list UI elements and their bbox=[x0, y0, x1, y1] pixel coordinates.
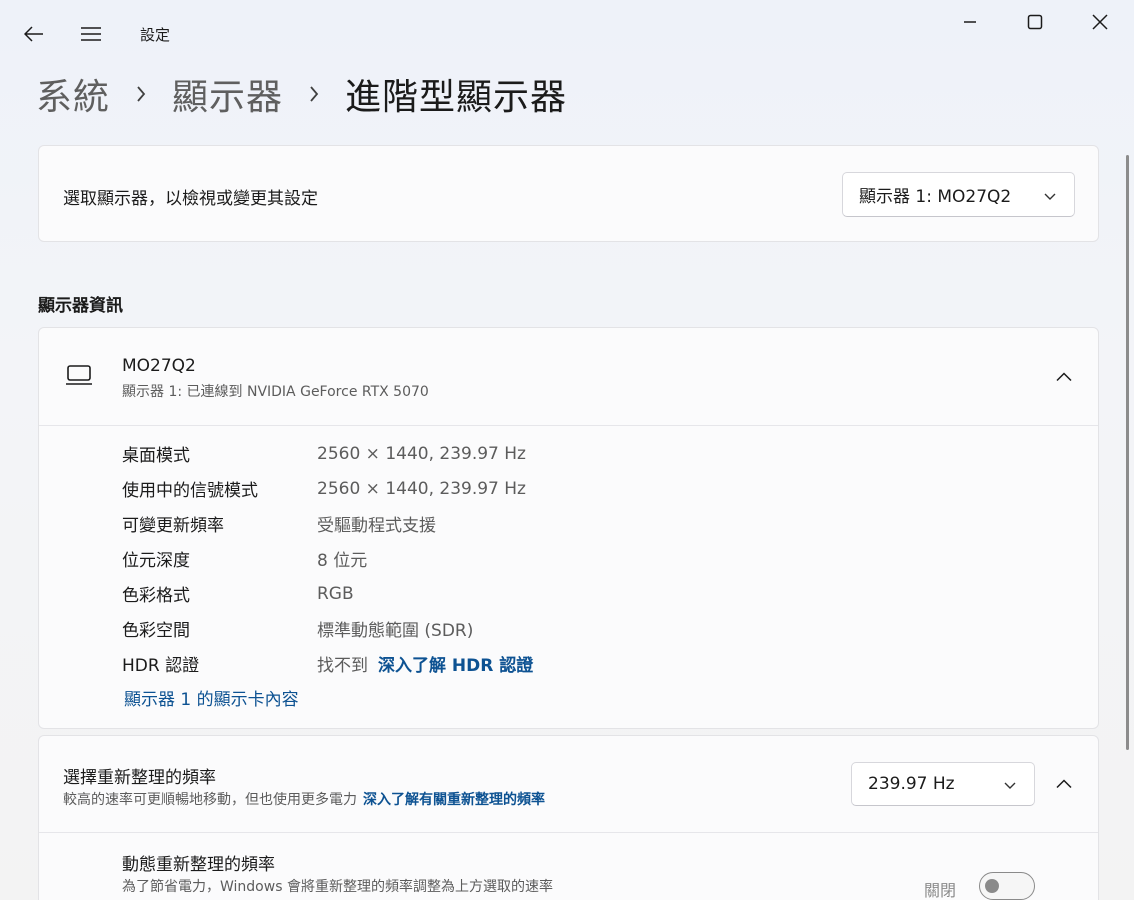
monitor-name: MO27Q2 bbox=[122, 356, 196, 376]
app-title: 設定 bbox=[140, 26, 171, 44]
info-row-bit-depth: 位元深度 8 位元 bbox=[122, 541, 367, 576]
info-value: RGB bbox=[317, 583, 354, 604]
refresh-rate-description-text: 較高的速率可更順暢地移動，但也使用更多電力 bbox=[63, 792, 357, 808]
display-info-card: MO27Q2 顯示器 1: 已連線到 NVIDIA GeForce RTX 50… bbox=[38, 327, 1099, 729]
scrollbar[interactable] bbox=[1126, 155, 1129, 750]
chevron-up-icon[interactable] bbox=[1046, 766, 1082, 802]
info-value: 2560 × 1440, 239.97 Hz bbox=[317, 478, 526, 499]
title-bar: 設定 bbox=[0, 0, 1134, 66]
back-arrow-icon[interactable] bbox=[14, 14, 54, 54]
hamburger-menu-icon[interactable] bbox=[71, 14, 111, 54]
hdr-learn-more-link[interactable]: 深入了解 HDR 認證 bbox=[378, 651, 533, 676]
info-key: 色彩空間 bbox=[122, 621, 190, 641]
chevron-up-icon[interactable] bbox=[1046, 359, 1082, 395]
info-key: 使用中的信號模式 bbox=[122, 481, 258, 501]
refresh-rate-card: 選擇重新整理的頻率 較高的速率可更順暢地移動，但也使用更多電力 深入了解有關重新整… bbox=[38, 735, 1099, 900]
info-row-color-format: 色彩格式 RGB bbox=[122, 576, 354, 611]
dynamic-refresh-description: 為了節省電力，Windows 會將重新整理的頻率調整為上方選取的速率 bbox=[122, 879, 553, 895]
refresh-rate-description: 較高的速率可更順暢地移動，但也使用更多電力 深入了解有關重新整理的頻率 bbox=[63, 789, 545, 809]
info-key: 桌面模式 bbox=[122, 446, 190, 466]
info-row-hdr-cert: HDR 認證 找不到 深入了解 HDR 認證 bbox=[122, 646, 533, 681]
display-info-heading: 顯示器資訊 bbox=[38, 296, 123, 316]
dynamic-refresh-toggle[interactable] bbox=[979, 872, 1035, 900]
info-key: HDR 認證 bbox=[122, 656, 200, 676]
page-title: 進階型顯示器 bbox=[345, 77, 568, 118]
close-icon[interactable] bbox=[1080, 2, 1120, 42]
toggle-knob bbox=[985, 879, 999, 893]
info-row-color-space: 色彩空間 標準動態範圍 (SDR) bbox=[122, 611, 473, 646]
monitor-select-card: 選取顯示器，以檢視或變更其設定 顯示器 1: MO27Q2 bbox=[38, 145, 1099, 242]
info-value: 8 位元 bbox=[317, 551, 368, 571]
chevron-right-icon bbox=[309, 85, 319, 103]
display-info-header[interactable]: MO27Q2 顯示器 1: 已連線到 NVIDIA GeForce RTX 50… bbox=[39, 328, 1098, 426]
monitor-connection: 顯示器 1: 已連線到 NVIDIA GeForce RTX 5070 bbox=[122, 384, 429, 400]
monitor-dropdown[interactable]: 顯示器 1: MO27Q2 bbox=[842, 172, 1075, 217]
refresh-rate-title: 選擇重新整理的頻率 bbox=[63, 768, 216, 788]
maximize-icon[interactable] bbox=[1015, 2, 1055, 42]
refresh-rate-value: 239.97 Hz bbox=[868, 774, 955, 794]
refresh-rate-header: 選擇重新整理的頻率 較高的速率可更順暢地移動，但也使用更多電力 深入了解有關重新整… bbox=[39, 736, 1098, 833]
chevron-down-icon bbox=[1004, 775, 1016, 794]
info-value: 受驅動程式支援 bbox=[317, 516, 436, 536]
breadcrumb: 系統 顯示器 進階型顯示器 bbox=[36, 66, 567, 122]
breadcrumb-system[interactable]: 系統 bbox=[36, 68, 110, 120]
info-row-signal-mode: 使用中的信號模式 2560 × 1440, 239.97 Hz bbox=[122, 471, 526, 506]
info-key: 色彩格式 bbox=[122, 586, 190, 606]
info-key: 可變更新頻率 bbox=[122, 516, 224, 536]
laptop-icon bbox=[65, 364, 93, 390]
adapter-properties-link[interactable]: 顯示器 1 的顯示卡內容 bbox=[124, 685, 299, 710]
monitor-dropdown-value: 顯示器 1: MO27Q2 bbox=[859, 187, 1012, 207]
chevron-right-icon bbox=[136, 85, 146, 103]
info-value: 2560 × 1440, 239.97 Hz bbox=[317, 443, 526, 464]
minimize-icon[interactable] bbox=[950, 2, 990, 42]
breadcrumb-display[interactable]: 顯示器 bbox=[172, 68, 283, 120]
info-row-vrr: 可變更新頻率 受驅動程式支援 bbox=[122, 506, 436, 541]
dynamic-refresh-title: 動態重新整理的頻率 bbox=[122, 855, 275, 875]
monitor-select-label: 選取顯示器，以檢視或變更其設定 bbox=[63, 189, 318, 209]
info-key: 位元深度 bbox=[122, 551, 190, 571]
info-value: 找不到 bbox=[317, 656, 368, 676]
info-value: 標準動態範圍 (SDR) bbox=[317, 621, 474, 641]
dynamic-refresh-state: 關閉 bbox=[924, 881, 957, 900]
chevron-down-icon bbox=[1044, 185, 1056, 204]
info-row-desktop-mode: 桌面模式 2560 × 1440, 239.97 Hz bbox=[122, 436, 526, 471]
refresh-rate-dropdown[interactable]: 239.97 Hz bbox=[851, 762, 1035, 806]
refresh-rate-learn-link[interactable]: 深入了解有關重新整理的頻率 bbox=[363, 792, 545, 808]
